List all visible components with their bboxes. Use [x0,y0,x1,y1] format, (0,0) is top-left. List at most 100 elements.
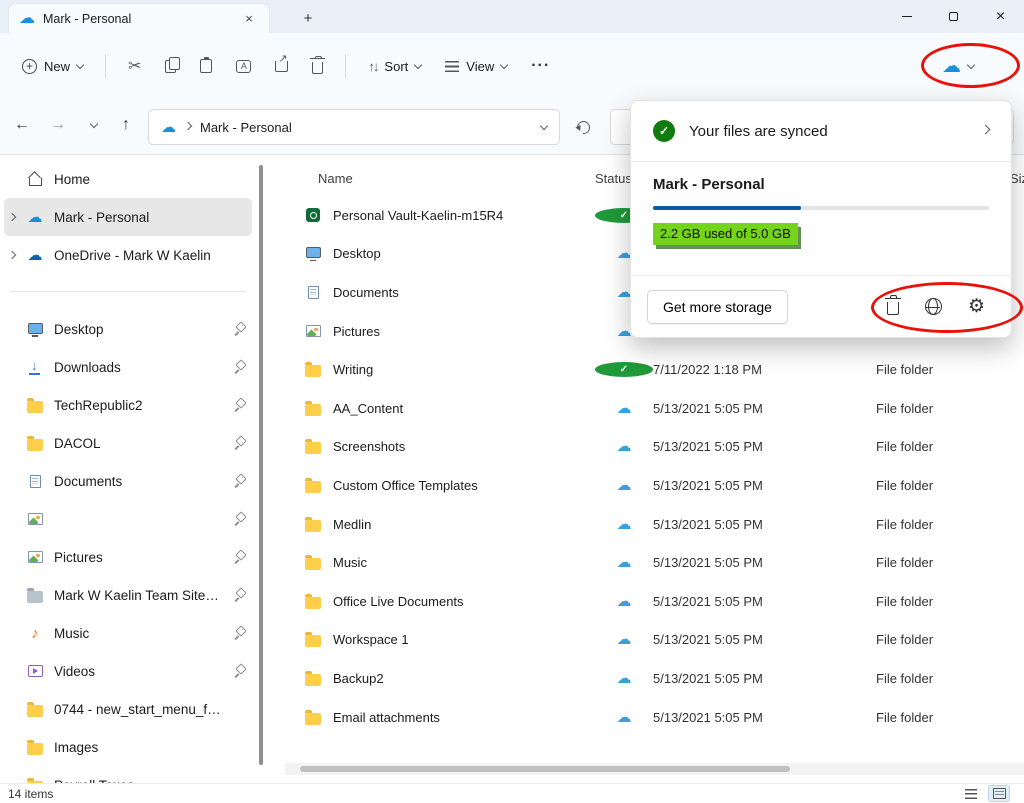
pin-icon [233,513,246,526]
minimize-button[interactable] [883,0,930,33]
flyout-footer: Get more storage [631,275,1011,337]
forward-button[interactable]: → [42,109,74,141]
table-row[interactable]: Music 5/13/2021 5:05 PM File folder [285,543,1024,582]
expand-chevron-icon[interactable] [8,213,16,221]
delete-button[interactable] [302,49,333,83]
copy-icon [165,60,176,73]
sidebar-item-images[interactable]: Images [4,728,252,766]
sidebar-item-dacol[interactable]: DACOL [4,424,252,462]
sidebar-item-onedrive-mark-w-kaelin[interactable]: OneDrive - Mark W Kaelin [4,236,252,274]
paste-button[interactable] [190,50,222,82]
sync-status-icon [595,555,653,570]
chevron-down-icon [76,60,84,68]
view-button[interactable]: View [435,50,517,83]
rename-button[interactable] [226,51,261,82]
sidebar-item-desktop[interactable]: Desktop [4,310,252,348]
sidebar-item-videos[interactable]: Videos [4,652,252,690]
sidebar-item-documents[interactable]: Documents [4,462,252,500]
recycle-bin-icon[interactable] [887,302,899,315]
breadcrumb[interactable]: Mark - Personal [148,109,560,145]
new-tab-button[interactable] [296,6,320,30]
tab-title: Mark - Personal [43,12,131,26]
sidebar-item-unlabeled[interactable] [4,500,252,538]
sidebar-item-music[interactable]: Music [4,614,252,652]
folder-icon [303,362,323,377]
file-name: Office Live Documents [333,594,595,609]
close-button[interactable] [977,0,1024,33]
recent-locations-button[interactable] [78,109,110,141]
tab-close-button[interactable] [239,9,259,29]
sort-icon [368,59,377,74]
separator [105,54,106,78]
sidebar-item-pictures[interactable]: Pictures [4,538,252,576]
cut-button[interactable] [118,47,151,85]
file-date: 5/13/2021 5:05 PM [653,555,876,570]
column-header-size[interactable]: Size [1010,171,1024,186]
file-type: File folder [876,439,1010,454]
gear-icon[interactable] [968,297,985,316]
refresh-button[interactable] [566,109,600,145]
chevron-down-icon [414,60,422,68]
table-row[interactable]: Writing 7/11/2022 1:18 PM File folder [285,350,1024,389]
onedrive-cloud-icon [161,120,176,135]
sidebar-item-0744[interactable]: 0744 - new_start_menu_features_2 [4,690,252,728]
explorer-tab[interactable]: Mark - Personal [8,3,270,33]
file-name: Desktop [333,246,595,261]
table-row[interactable]: Workspace 1 5/13/2021 5:05 PM File folde… [285,621,1024,660]
scrollbar-thumb[interactable] [300,766,790,772]
table-row[interactable]: Email attachments 5/13/2021 5:05 PM File… [285,698,1024,737]
folder-icon [303,671,323,686]
address-dropdown-icon[interactable] [540,121,548,129]
sidebar-item-team-site[interactable]: Mark W Kaelin Team Site - Do [4,576,252,614]
folder-icon [26,436,44,451]
table-row[interactable]: AA_Content 5/13/2021 5:05 PM File folder [285,389,1024,428]
file-type: File folder [876,555,1010,570]
copy-button[interactable] [155,51,186,82]
rename-icon [236,60,251,73]
delete-icon [312,62,323,74]
file-type: File folder [876,632,1010,647]
horizontal-scrollbar[interactable] [285,763,1024,775]
sidebar-item-home[interactable]: Home [4,160,252,198]
onedrive-account-button[interactable] [932,49,984,84]
sidebar-item-mark-personal[interactable]: Mark - Personal [4,198,252,236]
table-row[interactable]: Custom Office Templates 5/13/2021 5:05 P… [285,466,1024,505]
more-options-button[interactable] [521,48,560,84]
folder-icon [303,401,323,416]
scrollbar-thumb[interactable] [259,165,263,765]
sidebar-item-techrepublic2[interactable]: TechRepublic2 [4,386,252,424]
column-header-name[interactable]: Name [318,171,595,186]
share-button[interactable] [265,52,298,81]
expand-chevron-icon[interactable] [8,251,16,259]
table-row[interactable]: Screenshots 5/13/2021 5:05 PM File folde… [285,428,1024,467]
get-more-storage-button[interactable]: Get more storage [647,290,788,324]
pin-icon [233,475,246,488]
sort-button[interactable]: Sort [358,50,431,83]
sidebar-scrollbar[interactable] [258,160,265,783]
details-view-button[interactable] [988,785,1010,802]
sync-status-row[interactable]: Your files are synced [631,101,1011,161]
sort-label: Sort [384,59,408,74]
back-button[interactable]: ← [6,109,38,141]
table-row[interactable]: Office Live Documents 5/13/2021 5:05 PM … [285,582,1024,621]
breadcrumb-chevron-icon [184,121,192,129]
globe-icon[interactable] [925,298,942,315]
sidebar-item-downloads[interactable]: Downloads [4,348,252,386]
folder-icon [303,517,323,532]
list-view-button[interactable] [960,785,982,802]
up-button[interactable]: ↑ [110,109,142,141]
table-row[interactable]: Backup2 5/13/2021 5:05 PM File folder [285,659,1024,698]
breadcrumb-location[interactable]: Mark - Personal [200,120,292,135]
status-bar: 14 items [0,783,1024,803]
file-type: File folder [876,710,1010,725]
maximize-button[interactable] [930,0,977,33]
chevron-right-icon[interactable] [981,125,991,135]
navigation-pane: Home Mark - Personal OneDrive - Mark W K… [0,160,256,803]
new-button[interactable]: New [12,50,93,83]
image-icon [303,325,323,336]
folder-icon [303,478,323,493]
table-row[interactable]: Medlin 5/13/2021 5:05 PM File folder [285,505,1024,544]
window-controls [883,0,1024,33]
separator [345,54,346,78]
download-icon [26,360,44,375]
